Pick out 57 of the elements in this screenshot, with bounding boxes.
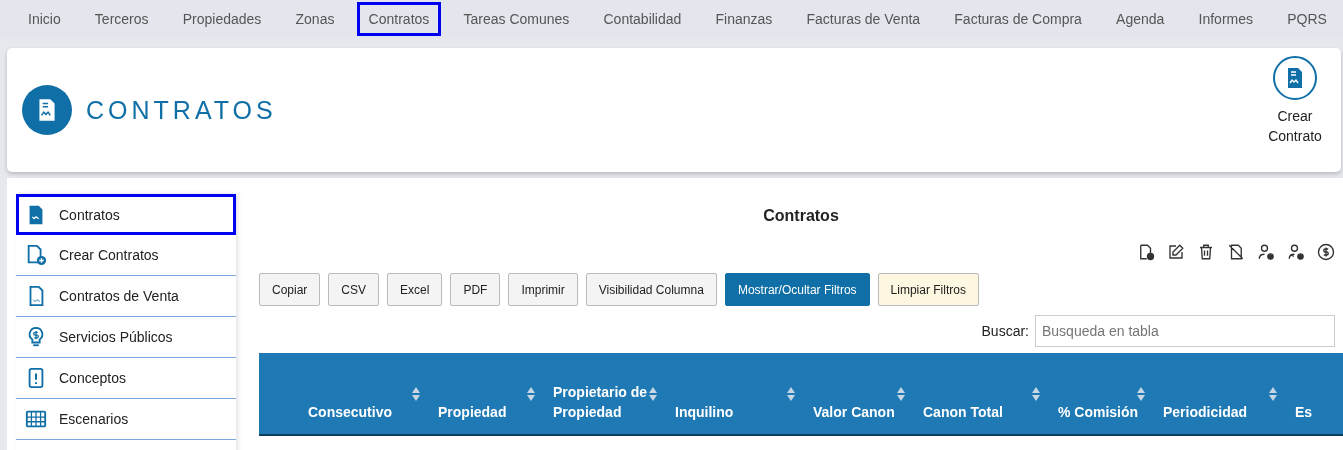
search-label: Buscar: [981,323,1029,339]
section-title: Contratos [762,207,840,225]
column-header[interactable]: Propiedad [426,353,541,435]
column-header[interactable]: Valor Canon [801,353,911,435]
column-header[interactable]: Inquilino [663,353,801,435]
nav-tab[interactable]: Informes [1186,2,1265,36]
trash-icon[interactable] [1197,243,1215,261]
sort-icon [412,387,420,401]
sort-icon [649,387,657,401]
contract-logo-icon [22,85,72,135]
sidebar-item[interactable]: Escenarios [16,399,236,440]
page-title: CONTRATOS [86,95,277,125]
nav-tab[interactable]: Agenda [1104,2,1177,36]
sort-icon [787,387,795,401]
sidebar-item[interactable]: Contratos de Venta [16,276,236,317]
nav-tab[interactable]: PQRS [1275,2,1339,36]
toolbar-button[interactable]: Limpiar Filtros [877,273,979,306]
toolbar-button[interactable]: Copiar [259,273,321,306]
nav-tab[interactable]: Facturas de Venta [794,2,933,36]
toolbar-button[interactable]: Visibilidad Columna [585,273,717,306]
search-field[interactable]: Busqueda en tabla [1035,315,1335,347]
sort-icon [1137,387,1145,401]
toolbar-button[interactable]: PDF [450,273,501,306]
edit-icon[interactable] [1167,243,1185,261]
document-off-icon[interactable] [1227,243,1245,261]
user-icon[interactable] [1257,243,1275,261]
column-header[interactable]: Periodicidad [1151,353,1283,435]
column-header[interactable]: Canon Total [911,353,1046,435]
nav-tab[interactable]: Inicio [16,2,73,36]
nav-tab[interactable]: Finanzas [703,2,785,36]
sort-icon [897,387,905,401]
sort-icon [1269,387,1277,401]
nav-tab[interactable]: Facturas de Compra [942,2,1094,36]
nav-tab[interactable]: Zonas [283,2,347,36]
nav-tab[interactable]: Contabilidad [591,2,694,36]
sort-icon [527,387,535,401]
sidebar-item[interactable]: Contratos [16,194,236,235]
toolbar-button[interactable]: Imprimir [508,273,578,306]
column-header[interactable]: Es [1283,353,1343,435]
nav-tab[interactable]: Terceros [82,2,161,36]
toolbar-button[interactable]: CSV [328,273,380,306]
column-header[interactable]: Consecutivo [296,353,426,435]
nav-tab[interactable]: Tareas Comunes [451,2,582,36]
sort-icon [1032,387,1040,401]
grid-icon [25,408,47,430]
sidebar-item[interactable]: Conceptos [16,358,236,399]
sidebar-item[interactable]: Crear Contratos [16,235,236,276]
nav-tab[interactable]: Propiedades [170,2,274,36]
user-icon[interactable] [1287,243,1305,261]
create-contract-button[interactable]: Crear Contrato [1263,56,1327,146]
column-header[interactable]: Propietario de Propiedad [541,353,663,435]
dollar-icon[interactable] [1317,243,1335,261]
toolbar-button[interactable]: Mostrar/Ocultar Filtros [724,273,870,306]
sidebar-item[interactable]: Servicios Públicos [16,317,236,358]
nav-tab[interactable]: Contratos [356,2,442,36]
toolbar-button[interactable]: Excel [387,273,443,306]
column-header[interactable]: % Comisión [1046,353,1151,435]
